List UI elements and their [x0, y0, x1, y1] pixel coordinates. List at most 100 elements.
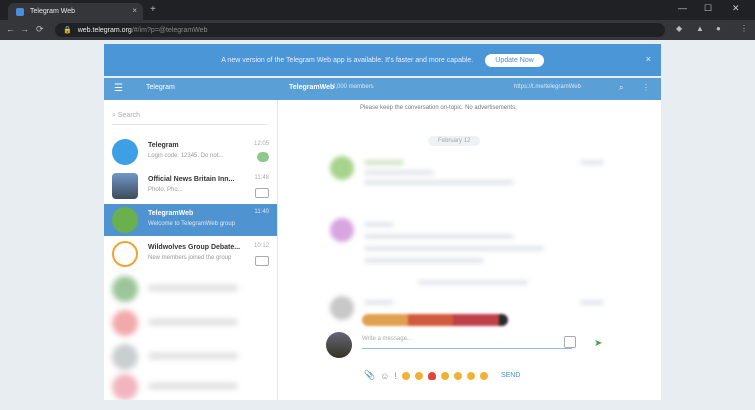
- attach-icon[interactable]: 📎: [364, 370, 375, 381]
- unread-badge: [257, 152, 269, 162]
- dialog-time: 12:05: [253, 141, 269, 147]
- more-icon[interactable]: ⋮: [642, 83, 650, 92]
- emoji-cool-icon[interactable]: [466, 371, 475, 380]
- emoji-heart-icon[interactable]: [427, 371, 436, 380]
- redacted-line: [418, 280, 528, 285]
- attach-file-icon[interactable]: [564, 336, 576, 348]
- search-placeholder: Search: [117, 112, 141, 119]
- reaction-color: [453, 314, 499, 326]
- maximize-icon[interactable]: ☐: [704, 3, 712, 14]
- alert-icon[interactable]: !: [394, 371, 397, 381]
- dialog-time: 11:48: [254, 175, 269, 181]
- dialog-item[interactable]: Wildwolves Group Debate... New members j…: [104, 238, 277, 270]
- reaction-color: [407, 314, 454, 326]
- member-count: 4,000 members: [332, 84, 374, 90]
- message[interactable]: [330, 218, 610, 272]
- update-button[interactable]: Update Now: [485, 53, 544, 67]
- profile-icon[interactable]: ●: [716, 24, 721, 33]
- user-avatar[interactable]: [326, 332, 352, 358]
- dialog-preview: Login code: 12345. Do not...: [148, 153, 224, 159]
- composer-toolbar: 📎 ☺ ! SEND: [364, 370, 520, 381]
- redacted-line: [364, 234, 514, 239]
- back-icon[interactable]: ←: [6, 24, 15, 34]
- tab-close-icon[interactable]: ×: [132, 6, 137, 15]
- browser-tab[interactable]: Telegram Web ×: [8, 3, 143, 20]
- avatar: [112, 173, 138, 199]
- dialog-item-blurred[interactable]: [112, 310, 262, 336]
- chat-link[interactable]: https://t.me/telegramWeb: [514, 84, 581, 90]
- reaction-color: [498, 314, 508, 326]
- dialog-time: 11:40: [254, 209, 269, 215]
- reaction-strip[interactable]: [362, 314, 508, 326]
- redacted-line: [148, 319, 238, 325]
- dialog-name: Official News Britain Inn...: [148, 176, 235, 183]
- redacted-line: [148, 383, 238, 389]
- emoji-wink-icon[interactable]: [440, 371, 449, 380]
- browser-menu-icon[interactable]: ⋮: [740, 24, 748, 33]
- emoji-thumbs-icon[interactable]: [479, 371, 488, 380]
- banner-text: A new version of the Telegram Web app is…: [221, 56, 474, 64]
- message[interactable]: [330, 296, 610, 320]
- smile-icon[interactable]: ☺: [380, 371, 389, 381]
- dialog-preview: Photo, Pho...: [148, 187, 183, 193]
- muted-icon: [255, 188, 269, 198]
- dialog-item-blurred[interactable]: [112, 276, 262, 302]
- url-path: /#/im?p=@telegramWeb: [131, 26, 208, 34]
- redacted-line: [364, 160, 404, 165]
- dialog-preview: New members joined the group: [148, 255, 232, 261]
- dialog-item[interactable]: Telegram Login code: 12345. Do not... 12…: [104, 136, 277, 168]
- telegram-favicon-icon: [16, 7, 24, 16]
- dialog-name: TelegramWeb: [148, 210, 194, 217]
- url-input[interactable]: 🔒 web.telegram.org /#/im?p=@telegramWeb: [55, 23, 665, 37]
- dialog-item[interactable]: Official News Britain Inn... Photo, Pho.…: [104, 170, 277, 202]
- redacted-line: [148, 353, 238, 359]
- browser-tab-strip: Telegram Web × + — ☐ ✕: [0, 0, 755, 20]
- app-header: ☰ Telegram TelegramWeb 4,000 members htt…: [104, 78, 661, 100]
- redacted-line: [364, 246, 544, 251]
- send-button[interactable]: SEND: [501, 372, 520, 379]
- pinned-message[interactable]: Please keep the conversation on-topic. N…: [360, 104, 540, 113]
- dialog-item-blurred[interactable]: [112, 374, 262, 400]
- extension-icon[interactable]: ▲: [696, 24, 704, 33]
- dialog-item-active[interactable]: TelegramWeb Welcome to TelegramWeb group…: [104, 204, 277, 236]
- url-host: web.telegram.org: [77, 26, 132, 34]
- dialog-item-blurred[interactable]: [112, 344, 262, 370]
- message[interactable]: [330, 156, 610, 196]
- redacted-line: [364, 258, 484, 263]
- new-tab-button[interactable]: +: [150, 4, 156, 15]
- dialog-preview: Welcome to TelegramWeb group: [148, 221, 236, 227]
- dialog-name: Telegram: [148, 142, 179, 149]
- emoji-smile-icon[interactable]: [401, 371, 410, 380]
- emoji-laugh-icon[interactable]: [414, 371, 423, 380]
- search-icon[interactable]: ⌕: [619, 83, 623, 93]
- emoji-grin-icon[interactable]: [453, 371, 462, 380]
- send-icon[interactable]: ➤: [594, 338, 602, 349]
- redacted-line: [580, 160, 604, 165]
- chat-panel: Please keep the conversation on-topic. N…: [278, 100, 661, 400]
- reload-icon[interactable]: ⟳: [36, 24, 44, 35]
- redacted-line: [364, 170, 434, 175]
- muted-icon: [255, 256, 269, 266]
- avatar: [112, 344, 138, 370]
- avatar: [112, 276, 138, 302]
- update-banner: A new version of the Telegram Web app is…: [104, 44, 661, 76]
- extension-icon[interactable]: ◆: [676, 24, 682, 33]
- message-input[interactable]: Write a message...: [362, 336, 572, 349]
- tab-title: Telegram Web: [30, 8, 76, 15]
- banner-close-icon[interactable]: ×: [646, 54, 651, 64]
- avatar: [112, 374, 138, 400]
- minimize-icon[interactable]: —: [678, 3, 687, 13]
- redacted-line: [364, 180, 514, 185]
- search-input[interactable]: ⌕ Search: [112, 112, 267, 125]
- avatar: [330, 156, 354, 180]
- service-message: [418, 278, 538, 288]
- window-close-icon[interactable]: ✕: [732, 3, 740, 14]
- redacted-line: [580, 300, 604, 305]
- hamburger-menu-icon[interactable]: ☰: [114, 83, 123, 94]
- forward-icon[interactable]: →: [20, 24, 29, 34]
- dialog-name: Wildwolves Group Debate...: [148, 244, 241, 251]
- redacted-line: [364, 300, 394, 305]
- redacted-line: [148, 285, 238, 291]
- address-bar: ← → ⟳ 🔒 web.telegram.org /#/im?p=@telegr…: [0, 20, 755, 40]
- chat-title[interactable]: TelegramWeb: [289, 84, 334, 91]
